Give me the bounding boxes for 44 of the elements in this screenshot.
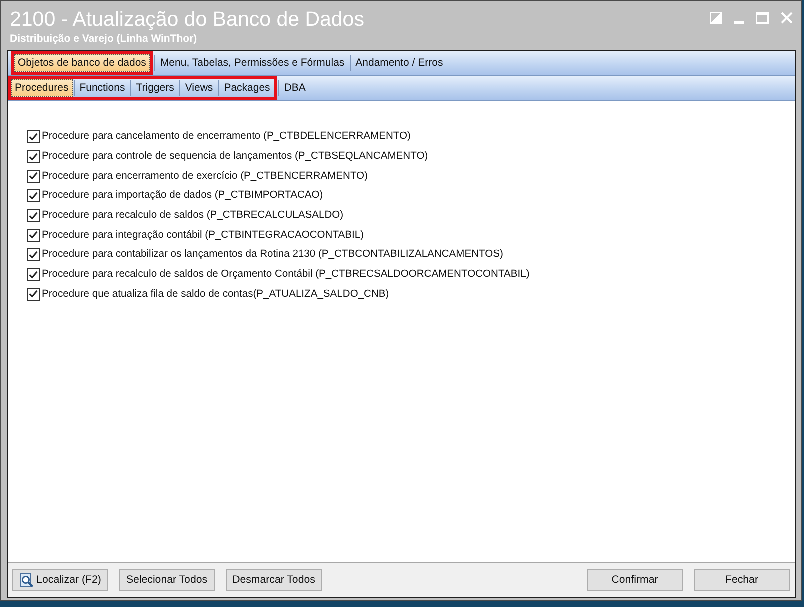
checkbox[interactable] bbox=[27, 228, 40, 242]
checkbox-label: Procedure para cancelamento de encerramento (P_CTBDELENCERRAMENTO) bbox=[42, 131, 411, 142]
checkmark-icon bbox=[29, 231, 38, 240]
checkbox[interactable] bbox=[27, 170, 40, 183]
deselect-all-button[interactable]: Desmarcar Todos bbox=[226, 569, 322, 591]
checkbox[interactable] bbox=[27, 150, 40, 164]
checkbox-label: Procedure para importação de dados (P_CTBIMPORTACAO) bbox=[42, 190, 324, 202]
close-dialog-button[interactable]: Fechar bbox=[694, 569, 790, 591]
tab[interactable]: Andamento / Erros bbox=[352, 54, 448, 72]
tab[interactable]: Functions bbox=[76, 79, 130, 97]
window-subtitle: Distribuição e Varejo (Linha WinThor) bbox=[10, 32, 198, 46]
checkbox-label: Procedure para recalculo de saldos de Orçamento Contábil (P_CTBRECSALDOORCAMENTOCONTABIL) bbox=[42, 269, 530, 280]
checkbox-label: Procedure para integração contábil (P_CTBINTEGRACAOCONTABIL) bbox=[42, 230, 364, 241]
tab[interactable]: Objetos de banco de dados bbox=[14, 54, 150, 72]
checkbox-label: Procedure para encerramento de exercício (P_CTBENCERRAMENTO) bbox=[42, 170, 368, 182]
checkbox[interactable] bbox=[27, 189, 40, 202]
tab[interactable]: Procedures bbox=[11, 79, 73, 97]
checkmark-icon bbox=[29, 250, 38, 259]
search-icon bbox=[18, 572, 34, 588]
checkmark-icon bbox=[29, 192, 38, 200]
checkbox[interactable] bbox=[27, 130, 40, 144]
checkbox-label: Procedure para recalculo de saldos (P_CTBRECALCULASALDO) bbox=[42, 210, 344, 222]
checkmark-icon bbox=[29, 152, 38, 161]
tab[interactable]: DBA bbox=[280, 79, 310, 97]
tab[interactable]: Menu, Tabelas, Permissões e Fórmulas bbox=[156, 54, 349, 72]
checkbox-label: Procedure que atualiza fila de saldo de contas(P_ATUALIZA_SALDO_CNB) bbox=[42, 288, 390, 300]
checkmark-icon bbox=[29, 270, 38, 279]
checkbox[interactable] bbox=[27, 268, 40, 282]
checkmark-icon bbox=[29, 212, 38, 220]
checkbox-label: Procedure para controle de sequencia de lançamentos (P_CTBSEQLANCAMENTO) bbox=[42, 151, 428, 162]
checkbox[interactable] bbox=[27, 209, 40, 222]
tab[interactable]: Packages bbox=[220, 79, 274, 97]
search-button[interactable]: Localizar (F2) bbox=[12, 569, 108, 591]
checkbox[interactable] bbox=[27, 288, 40, 301]
select-all-button[interactable]: Selecionar Todos bbox=[119, 569, 215, 591]
checkmark-icon bbox=[29, 132, 38, 141]
checkbox[interactable] bbox=[27, 248, 40, 262]
checkmark-icon bbox=[29, 172, 38, 180]
window-title: 2100 - Atualização do Banco de Dados bbox=[10, 8, 364, 32]
tab[interactable]: Views bbox=[181, 79, 218, 97]
checkbox-label: Procedure para contabilizar os lançamentos da Rotina 2130 (P_CTBCONTABILIZALANCAMENTOS) bbox=[42, 249, 504, 260]
tab[interactable]: Triggers bbox=[132, 79, 178, 97]
checkmark-icon bbox=[29, 290, 38, 298]
confirm-button[interactable]: Confirmar bbox=[587, 569, 683, 591]
